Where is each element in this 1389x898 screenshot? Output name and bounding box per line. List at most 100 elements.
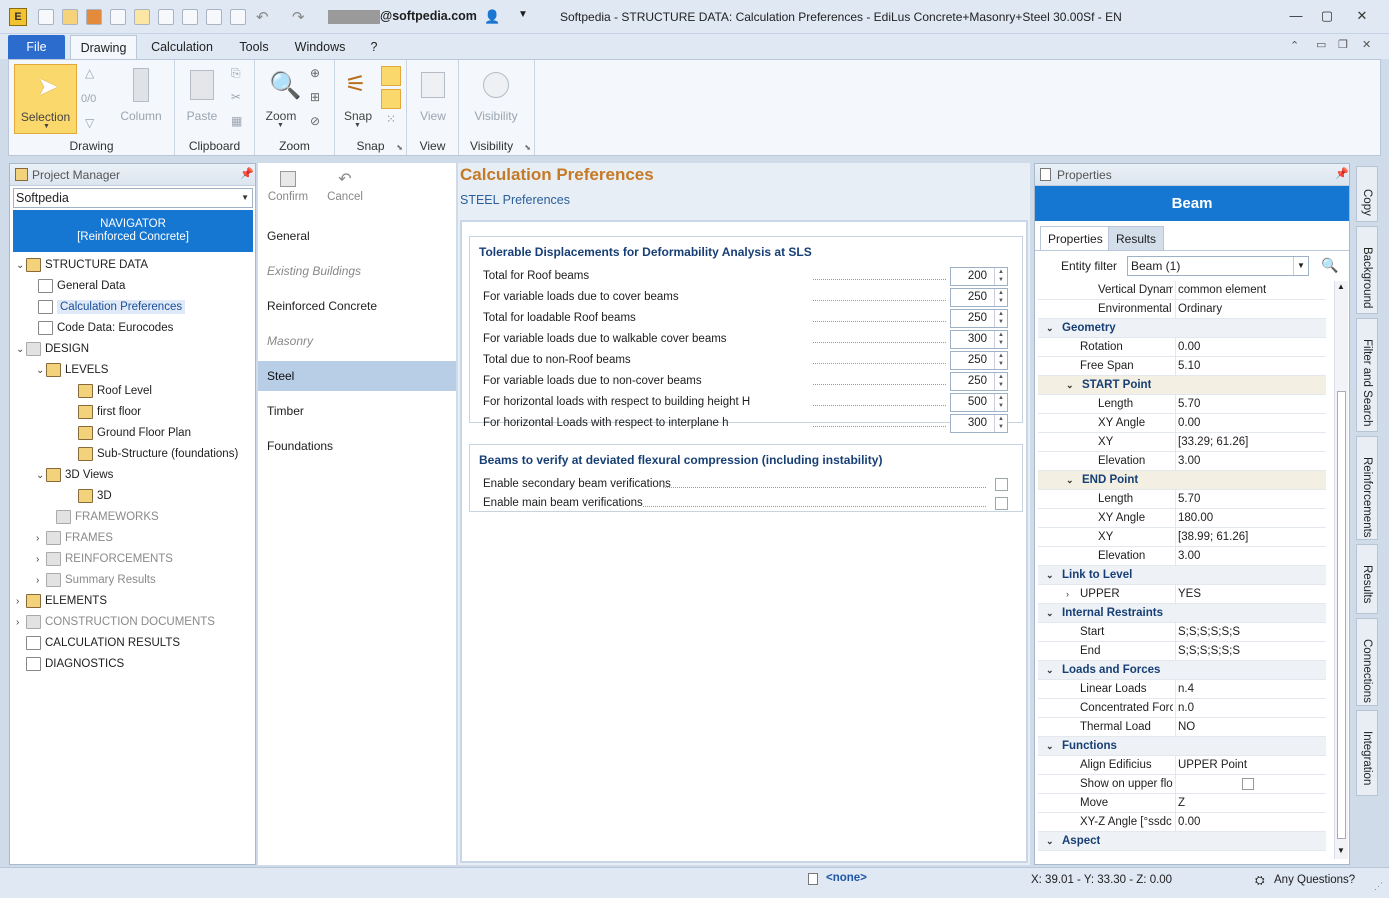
navigator-banner[interactable]: NAVIGATOR [Reinforced Concrete]	[13, 210, 253, 252]
paste-icon[interactable]	[230, 9, 246, 25]
tab-file[interactable]: File	[8, 35, 65, 59]
tab-help[interactable]: ?	[362, 35, 386, 59]
expand-icon[interactable]: ›	[36, 549, 46, 570]
property-subcategory[interactable]: ⌄ END Point	[1038, 471, 1326, 490]
doc-minimize-icon[interactable]: ▭	[1316, 38, 1326, 51]
snap-end-icon[interactable]	[381, 66, 401, 86]
cut-small-icon[interactable]: ✂	[231, 90, 241, 104]
tree-node-frames[interactable]: › FRAMES	[16, 528, 254, 549]
property-row[interactable]: XY [33.29; 61.26]	[1038, 433, 1326, 452]
snap-launcher-icon[interactable]: ⬊	[396, 143, 403, 152]
spinner-arrows-icon[interactable]: ▲ ▼	[994, 331, 1007, 348]
property-value[interactable]: UPPER Point	[1175, 756, 1325, 774]
property-value[interactable]: 0.00	[1175, 338, 1325, 356]
select-pointer-icon[interactable]	[134, 9, 150, 25]
property-value[interactable]: 3.00	[1175, 547, 1325, 565]
property-row[interactable]: Elevation 3.00	[1038, 452, 1326, 471]
collapse-icon[interactable]: ⌄	[1066, 376, 1074, 395]
side-tab-connections[interactable]: Connections	[1356, 618, 1378, 706]
tree-node-roof-level[interactable]: Roof Level	[16, 381, 254, 402]
property-row[interactable]: Rotation 0.00	[1038, 338, 1326, 357]
spinner-arrows-icon[interactable]: ▲ ▼	[994, 289, 1007, 306]
pin-icon[interactable]: 📌	[240, 167, 254, 180]
main-beam-checkbox[interactable]	[995, 497, 1008, 510]
property-value[interactable]: 3.00	[1175, 452, 1325, 470]
expand-icon[interactable]: ›	[1066, 585, 1069, 604]
displacement-spinner[interactable]: 250 ▲ ▼	[950, 351, 1008, 370]
property-value[interactable]: 5.70	[1175, 490, 1325, 508]
visibility-launcher-icon[interactable]: ⬊	[524, 143, 531, 152]
close-icon[interactable]: ✕	[1355, 9, 1369, 23]
zoom-tool-icon[interactable]	[158, 9, 174, 25]
pin-icon[interactable]: 📌	[1335, 167, 1349, 180]
tab-properties[interactable]: Properties	[1040, 226, 1111, 250]
confirm-button[interactable]: Confirm	[266, 169, 310, 203]
property-value[interactable]: n.0	[1175, 699, 1325, 717]
view-button[interactable]: View	[411, 64, 455, 134]
collapse-icon[interactable]: ⌄	[1066, 471, 1074, 490]
displacement-spinner[interactable]: 250 ▲ ▼	[950, 372, 1008, 391]
new-icon[interactable]	[38, 9, 54, 25]
tree-node-design[interactable]: ⌄ DESIGN	[16, 339, 254, 360]
property-value[interactable]: YES	[1175, 585, 1325, 603]
property-row[interactable]: › UPPER YES	[1038, 585, 1326, 604]
property-row[interactable]: Thermal Load NO	[1038, 718, 1326, 737]
tree-node-code-data[interactable]: Code Data: Eurocodes	[16, 318, 254, 339]
property-row[interactable]: XY Angle 180.00	[1038, 509, 1326, 528]
print-icon[interactable]	[110, 9, 126, 25]
help-icon[interactable]: ⛭	[1255, 873, 1265, 888]
property-value[interactable]: n.4	[1175, 680, 1325, 698]
upper-floor-checkbox[interactable]	[1242, 778, 1254, 790]
property-value[interactable]: 5.10	[1175, 357, 1325, 375]
displacement-spinner[interactable]: 300 ▲ ▼	[950, 330, 1008, 349]
property-row[interactable]: XY Angle 0.00	[1038, 414, 1326, 433]
spinner-arrows-icon[interactable]: ▲ ▼	[994, 268, 1007, 285]
expand-icon[interactable]: ›	[36, 528, 46, 549]
property-value[interactable]: common element	[1175, 281, 1325, 299]
property-row[interactable]: Length 5.70	[1038, 395, 1326, 414]
tab-results[interactable]: Results	[1108, 226, 1165, 250]
copy-small-icon[interactable]: ⎘	[231, 66, 241, 81]
property-category[interactable]: ⌄ Loads and Forces	[1038, 661, 1326, 680]
property-value[interactable]	[1175, 775, 1325, 793]
property-row[interactable]: Free Span 5.10	[1038, 357, 1326, 376]
scroll-thumb[interactable]	[1337, 391, 1346, 839]
tree-node-sub-structure[interactable]: Sub-Structure (foundations)	[16, 444, 254, 465]
property-row[interactable]: XY-Z Angle [°ssdc 0.00	[1038, 813, 1326, 832]
side-tab-filter-search[interactable]: Filter and Search	[1356, 318, 1378, 432]
tree-node-summary-results[interactable]: › Summary Results	[16, 570, 254, 591]
tab-drawing[interactable]: Drawing	[70, 35, 137, 59]
snap-button[interactable]: ⚟ Snap ▼	[339, 64, 377, 134]
displacement-spinner[interactable]: 500 ▲ ▼	[950, 393, 1008, 412]
zoom-extents-icon[interactable]: ⊞	[310, 90, 320, 104]
customize-qat-icon[interactable]: ▼	[518, 9, 528, 20]
property-row[interactable]: Length 5.70	[1038, 490, 1326, 509]
doc-close-icon[interactable]: ✕	[1362, 38, 1371, 51]
property-value[interactable]: 180.00	[1175, 509, 1325, 527]
redo-icon[interactable]: ↷	[292, 8, 305, 26]
tree-node-first-floor[interactable]: first floor	[16, 402, 254, 423]
collapse-icon[interactable]: ⌄	[1046, 832, 1054, 851]
maximize-icon[interactable]: ▢	[1320, 9, 1334, 23]
nav-item-general[interactable]: General	[258, 221, 456, 251]
zoom-button[interactable]: 🔍 Zoom ▼	[259, 64, 303, 134]
property-row[interactable]: Elevation 3.00	[1038, 547, 1326, 566]
property-value[interactable]: 5.70	[1175, 395, 1325, 413]
spinner-arrows-icon[interactable]: ▲ ▼	[994, 352, 1007, 369]
side-tab-copy[interactable]: Copy	[1356, 166, 1378, 222]
property-row[interactable]: XY [38.99; 61.26]	[1038, 528, 1326, 547]
property-row[interactable]: Move Z	[1038, 794, 1326, 813]
tab-windows[interactable]: Windows	[288, 35, 352, 59]
tree-node-reinforcements[interactable]: › REINFORCEMENTS	[16, 549, 254, 570]
user-icon[interactable]: 👤	[484, 9, 500, 25]
property-row[interactable]: Align Edificius UPPER Point	[1038, 756, 1326, 775]
property-subcategory[interactable]: ⌄ START Point	[1038, 376, 1326, 395]
property-row[interactable]: End S;S;S;S;S;S	[1038, 642, 1326, 661]
tree-node-3d-views[interactable]: ⌄ 3D Views	[16, 465, 254, 486]
tree-node-calculation-preferences[interactable]: Calculation Preferences	[16, 297, 254, 318]
property-category[interactable]: ⌄ Functions	[1038, 737, 1326, 756]
collapse-icon[interactable]: ⌄	[36, 465, 46, 486]
property-value[interactable]: Z	[1175, 794, 1325, 812]
property-row[interactable]: Show on upper floo	[1038, 775, 1326, 794]
save-icon[interactable]	[86, 9, 102, 25]
